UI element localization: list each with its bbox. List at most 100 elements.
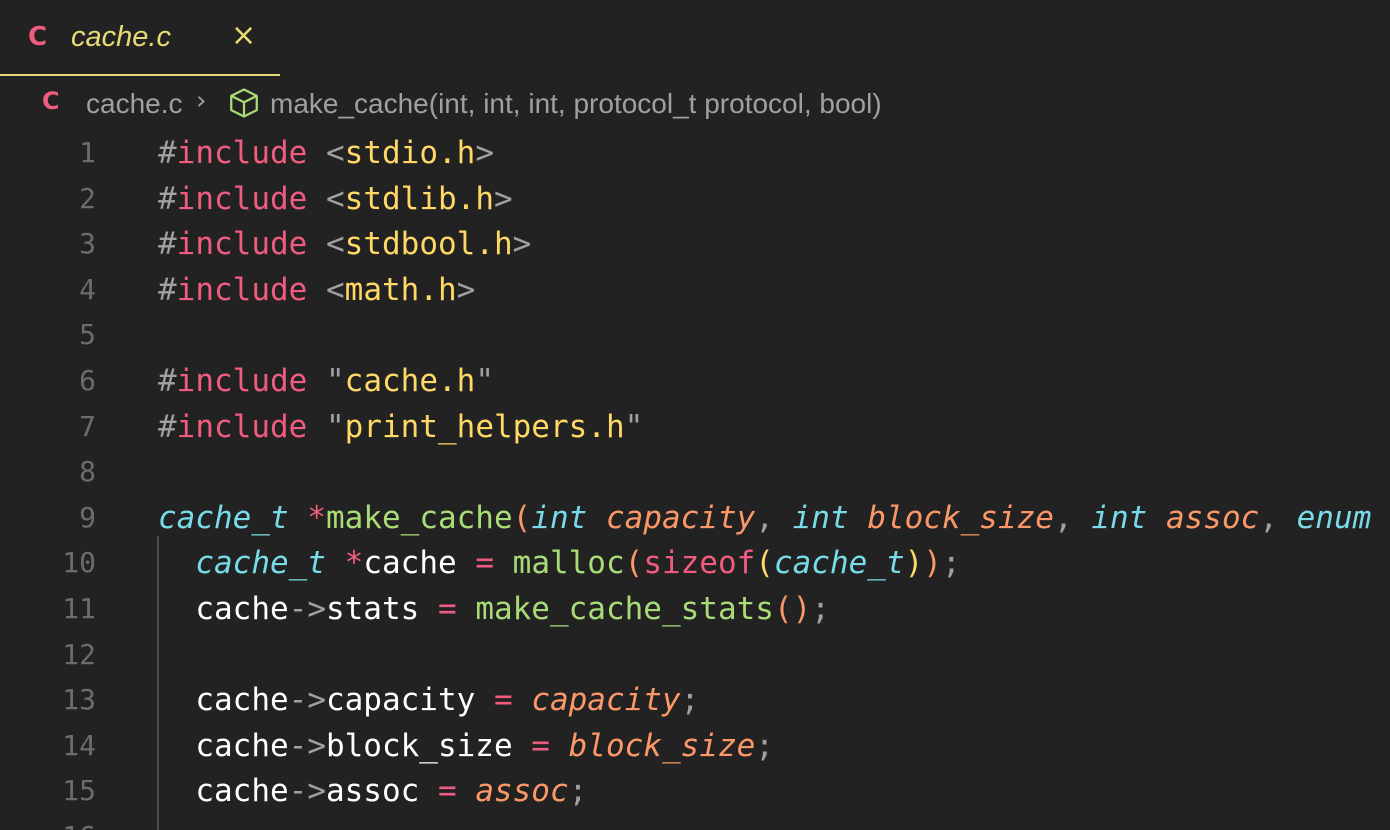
code-token: math.h [344,271,457,308]
code-line[interactable]: 11 cache->stats = make_cache_stats(); [0,586,1390,632]
code-text: cache->block_size = block_size; [158,723,774,769]
code-token: ) [904,545,924,582]
code-token: assoc [325,773,438,810]
code-line[interactable]: 13 cache->capacity = capacity; [0,677,1390,723]
line-number: 9 [79,500,96,534]
code-token: block_size [325,727,532,764]
code-token: > [456,271,476,308]
code-token: # [158,271,177,308]
line-number: 8 [79,455,96,489]
breadcrumb-symbol[interactable]: make_cache(int, int, int, protocol_t pro… [270,88,882,120]
code-line[interactable]: 3 #include <stdbool.h> [0,221,1390,267]
code-token: stdlib.h [344,180,494,217]
code-token: -> [288,591,326,627]
code-text: cache_t *make_cache(int capacity, int bl… [158,495,1390,541]
code-text: #include <stdio.h> [158,130,494,176]
code-token: int [792,499,849,536]
code-token: cache [158,727,289,764]
line-number: 11 [62,592,96,625]
code-token: = [475,545,494,582]
code-token: malloc [512,545,625,582]
code-text: #include "cache.h" [158,358,494,404]
line-number: 15 [62,774,96,808]
code-token: include [176,408,308,445]
line-number: 12 [62,637,96,671]
code-token: # [158,180,177,217]
code-line[interactable]: 8 [0,449,1390,495]
code-line[interactable]: 14 cache->block_size = block_size; [0,723,1390,769]
code-token: * [344,545,364,582]
code-line[interactable]: 5 [0,312,1390,358]
code-line[interactable]: 6 #include "cache.h" [0,358,1390,404]
line-number: 2 [79,181,96,215]
tab-cache-c[interactable]: C cache.c × [0,0,280,76]
code-line[interactable]: 10 cache_t *cache = malloc(sizeof(cache_… [0,540,1390,586]
code-line[interactable]: 2 #include <stdlib.h> [0,176,1390,222]
code-token: # [158,363,177,399]
code-line[interactable]: 7 #include "print_helpers.h" [0,404,1390,450]
line-number: 1 [79,136,96,169]
line-number: 10 [62,546,96,580]
code-line[interactable]: 16 [0,814,1390,830]
code-token: # [158,226,177,263]
code-token: include [176,226,308,263]
code-text: cache->assoc = assoc; [158,768,587,814]
code-token: -> [288,727,326,764]
code-editor[interactable]: 1 #include <stdio.h> 2 #include <stdlib.h> 3… [0,130,1390,830]
breadcrumb-file[interactable]: cache.c [86,88,183,120]
code-token: # [158,135,177,171]
code-token: ; [811,591,830,627]
code-token: = [437,773,457,810]
code-token: make_cache [326,499,513,536]
code-token: ) [923,545,942,582]
tab-bar: C cache.c × [0,0,1390,76]
code-line[interactable]: 4 #include <math.h> [0,267,1390,313]
code-line[interactable]: 15 cache->assoc = assoc; [0,768,1390,814]
c-language-icon: C [28,22,48,52]
code-token: ( [512,499,532,536]
code-token: enum [1296,499,1372,536]
line-number: 4 [79,272,96,306]
code-token: > [493,180,513,217]
code-token: cache_t [773,545,905,582]
code-token: -> [288,682,326,719]
code-token: < [326,135,345,171]
code-token: () [773,591,812,627]
code-token: print_helpers.h [344,408,625,445]
code-token: " [326,363,345,399]
code-text: #include <math.h> [158,267,475,313]
code-token: stdbool.h [344,226,513,263]
code-token: include [176,135,308,171]
code-token: , [755,499,774,536]
code-token: ; [680,682,700,719]
code-line[interactable]: 1 #include <stdio.h> [0,130,1390,176]
breadcrumb: C cache.c › make_cache(int, int, int, pr… [0,84,1390,128]
code-line[interactable]: 12 [0,632,1390,678]
code-token: , [1053,499,1073,536]
code-token: int [531,499,588,536]
code-line[interactable]: 9 cache_t *make_cache(int capacity, int b… [0,495,1390,541]
code-token: ; [568,773,588,810]
line-number: 14 [62,728,96,762]
close-icon[interactable]: × [231,20,256,52]
code-token: make_cache_stats [475,591,774,627]
code-text: #include "print_helpers.h" [158,404,643,450]
line-number: 7 [79,409,96,443]
code-text: #include <stdlib.h> [158,176,513,222]
code-token: capacity [531,682,681,719]
code-text: cache->capacity = capacity; [158,677,699,723]
code-token: ( [624,545,644,582]
code-token: int [1091,499,1148,536]
code-token: include [176,363,308,399]
